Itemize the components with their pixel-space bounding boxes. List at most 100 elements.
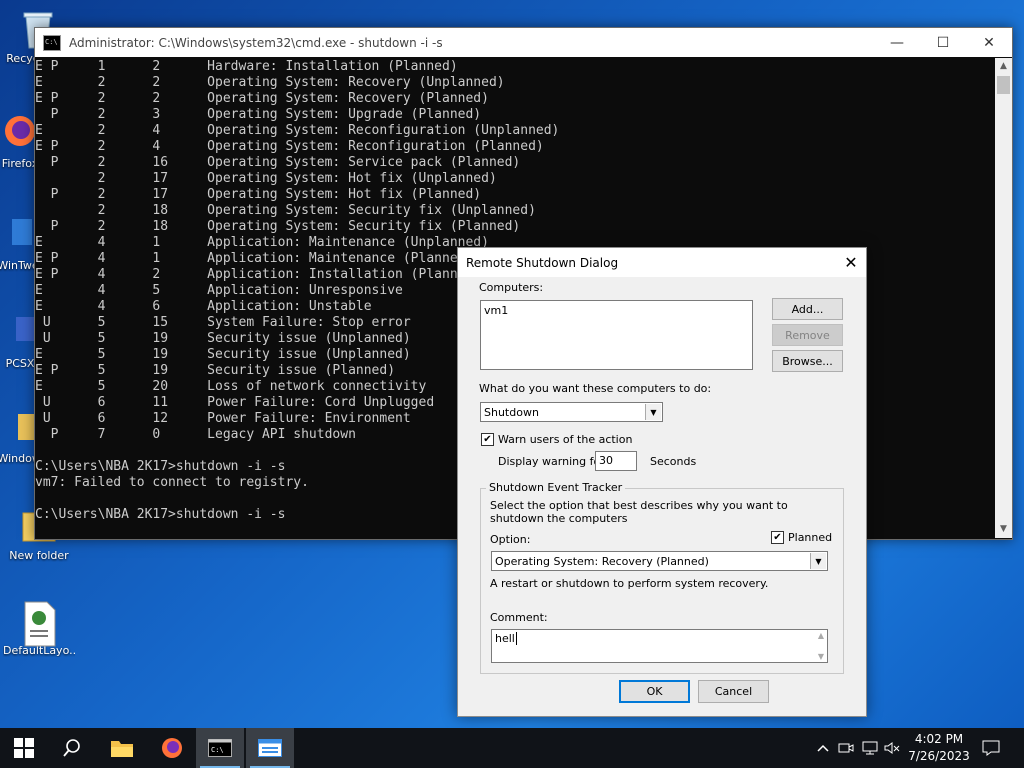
console-line: C:\Users\NBA 2K17>shutdown -i -s [35,507,286,522]
app-icon [2,313,38,353]
cmd-icon: C:\ [208,739,232,757]
console-line: U 5 15 System Failure: Stop error [35,315,411,330]
chevron-down-icon[interactable]: ▼ [810,553,826,569]
dialog-close-button[interactable]: ✕ [836,253,866,272]
console-line: P 2 16 Operating System: Service pack (P… [35,155,521,170]
computers-list[interactable]: vm1 [480,300,753,370]
desktop-icon-label: New folder [9,549,69,562]
console-line: P 2 3 Operating System: Upgrade (Planned… [35,107,482,122]
console-line: E 4 6 Application: Unstable [35,299,372,314]
planned-label[interactable]: Planned [788,531,832,544]
comment-text: hell [495,632,515,645]
tray-chevron-up-icon[interactable] [815,728,831,768]
console-line: E P 4 2 Application: Installation (Plann… [35,267,482,282]
comment-textarea[interactable]: hell ▲ ▼ [491,629,828,663]
dialog-title: Remote Shutdown Dialog [466,255,619,270]
tracker-description: Select the option that best describes wh… [490,499,788,525]
cmd-icon [43,34,61,51]
display-warning-label: Display warning for [498,455,605,468]
file-explorer-button[interactable] [98,728,146,768]
remove-button[interactable]: Remove [772,324,843,346]
ok-button[interactable]: OK [619,680,690,703]
firefox-button[interactable] [148,728,196,768]
console-line: 2 17 Operating System: Hot fix (Unplanne… [35,171,497,186]
option-select[interactable]: Operating System: Recovery (Planned) ▼ [491,551,828,571]
console-line: E 4 1 Application: Maintenance (Unplanne… [35,235,489,250]
comment-label: Comment: [490,611,548,624]
scroll-down-arrow-icon[interactable]: ▼ [818,652,824,661]
list-item[interactable]: vm1 [484,304,749,317]
browse-button[interactable]: Browse... [772,350,843,372]
console-line: vm7: Failed to connect to registry. [35,475,309,490]
option-description: A restart or shutdown to perform system … [490,577,769,590]
warn-users-checkbox[interactable]: ✔ [481,433,494,446]
app-icon [0,215,36,255]
close-button[interactable]: ✕ [966,28,1012,57]
cmd-scrollbar[interactable]: ▲ ▼ [995,58,1012,538]
desktop-icon-defaultlayout[interactable]: DefaultLayo... [3,600,75,657]
maximize-button[interactable]: ☐ [920,28,966,57]
clock-date: 7/26/2023 [908,749,970,763]
console-line: E 5 19 Security issue (Unplanned) [35,347,411,362]
search-icon [63,739,80,757]
console-line: P 2 17 Operating System: Hot fix (Planne… [35,187,482,202]
cancel-button[interactable]: Cancel [698,680,769,703]
scroll-up-arrow-icon[interactable]: ▲ [818,631,824,640]
computers-label: Computers: [479,281,544,294]
scroll-up-arrow-icon[interactable]: ▲ [995,58,1012,75]
console-line: E P 4 1 Application: Maintenance (Planne… [35,251,474,266]
seconds-label: Seconds [650,455,697,468]
taskbar: C:\ 4:02 PM 7/26/2023 [0,728,1024,768]
clock-time: 4:02 PM [914,732,964,746]
action-select-value: Shutdown [484,405,539,419]
firefox-icon [162,738,182,758]
chevron-down-icon[interactable]: ▼ [645,404,661,420]
add-button[interactable]: Add... [772,298,843,320]
cmd-taskbar-button[interactable]: C:\ [196,728,244,768]
planned-checkbox[interactable]: ✔ [771,531,784,544]
camera-icon[interactable] [838,728,854,768]
console-line: U 6 12 Power Failure: Environment [35,411,411,426]
console-line: E 2 2 Operating System: Recovery (Unplan… [35,75,505,90]
console-line: C:\Users\NBA 2K17>shutdown -i -s [35,459,286,474]
cmd-title: Administrator: C:\Windows\system32\cmd.e… [69,35,443,50]
folder-icon [111,741,133,757]
start-button[interactable] [0,728,48,768]
firefox-icon [2,113,38,153]
svg-text:C:\: C:\ [211,746,224,754]
option-select-value: Operating System: Recovery (Planned) [495,554,709,568]
action-select[interactable]: Shutdown ▼ [480,402,663,422]
console-line: E 2 4 Operating System: Reconfiguration … [35,123,560,138]
shutdown-dialog-taskbar-button[interactable] [246,728,294,768]
console-line: E 4 5 Application: Unresponsive [35,283,403,298]
window-icon [258,739,282,757]
console-line: E P 2 2 Operating System: Recovery (Plan… [35,91,489,106]
console-line: E P 1 2 Hardware: Installation (Planned) [35,59,458,74]
cmd-title-bar[interactable]: Administrator: C:\Windows\system32\cmd.e… [35,28,1012,57]
scroll-thumb[interactable] [997,76,1010,94]
warning-seconds-value: 30 [599,454,613,467]
console-line: E P 5 19 Security issue (Planned) [35,363,396,378]
console-line: P 2 18 Operating System: Security fix (P… [35,219,521,234]
console-line: U 5 19 Security issue (Unplanned) [35,331,411,346]
windows-logo-icon [14,738,34,758]
console-line: E P 2 4 Operating System: Reconfiguratio… [35,139,544,154]
warn-users-label[interactable]: Warn users of the action [498,433,632,446]
console-line: E 5 20 Loss of network connectivity [35,379,427,394]
console-line: U 6 11 Power Failure: Cord Unplugged [35,395,435,410]
console-line: 2 18 Operating System: Security fix (Unp… [35,203,536,218]
network-icon[interactable] [862,728,880,768]
remote-shutdown-dialog[interactable]: Remote Shutdown Dialog ✕ Computers: vm1 … [457,247,867,717]
search-button[interactable] [48,728,96,768]
option-label: Option: [490,533,531,546]
tracker-title: Shutdown Event Tracker [486,481,626,494]
xml-file-icon [21,600,57,647]
notifications-icon[interactable] [980,728,1002,768]
scroll-down-arrow-icon[interactable]: ▼ [995,521,1012,538]
minimize-button[interactable]: — [874,28,920,57]
system-clock[interactable]: 4:02 PM 7/26/2023 [897,731,981,765]
action-label: What do you want these computers to do: [479,382,712,395]
warning-seconds-input[interactable]: 30 [595,451,637,471]
dialog-title-bar[interactable]: Remote Shutdown Dialog ✕ [458,248,866,277]
console-line: P 7 0 Legacy API shutdown [35,427,356,442]
